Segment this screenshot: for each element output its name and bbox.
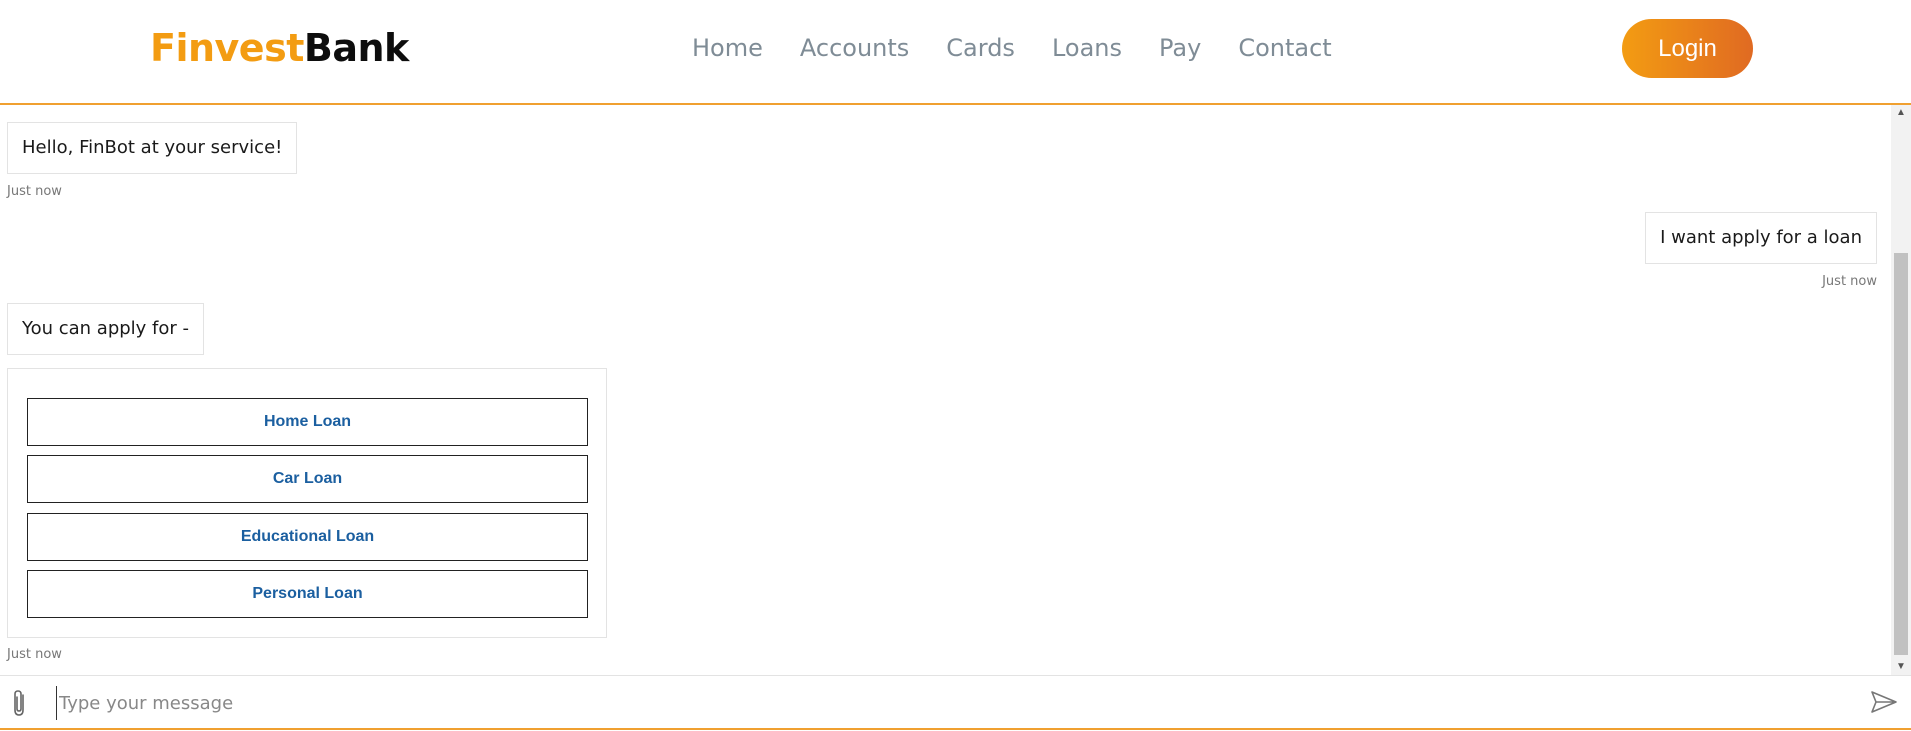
message-composer — [0, 675, 1911, 730]
bot-message-loan-options-intro: You can apply for - — [7, 303, 205, 355]
scroll-down-arrow-icon[interactable]: ▼ — [1891, 659, 1911, 675]
send-icon[interactable] — [1870, 690, 1898, 714]
scrollbar-thumb[interactable] — [1894, 253, 1908, 655]
message-input[interactable] — [56, 686, 1861, 720]
nav-contact[interactable]: Contact — [1238, 34, 1331, 62]
logo-text-bank: Bank — [303, 26, 409, 70]
nav-cards[interactable]: Cards — [946, 34, 1015, 62]
user-message-loan-request: I want apply for a loan — [1645, 212, 1877, 264]
logo[interactable]: FinvestBank — [150, 26, 409, 70]
logo-text-finvest: Finvest — [150, 26, 304, 70]
nav-pay[interactable]: Pay — [1159, 34, 1201, 62]
login-button[interactable]: Login — [1622, 19, 1753, 78]
option-personal-loan-button[interactable]: Personal Loan — [27, 570, 588, 618]
loan-options-card: Home Loan Car Loan Educational Loan Pers… — [7, 368, 607, 638]
message-timestamp: Just now — [7, 647, 62, 662]
chat-window: Hello, FinBot at your service! Just now … — [0, 105, 1911, 675]
option-home-loan-button[interactable]: Home Loan — [27, 398, 588, 446]
site-header: FinvestBank Home Accounts Cards Loans Pa… — [0, 0, 1911, 105]
nav-accounts[interactable]: Accounts — [800, 34, 909, 62]
message-timestamp: Just now — [7, 184, 62, 199]
scroll-up-arrow-icon[interactable]: ▲ — [1891, 105, 1911, 121]
message-timestamp: Just now — [1822, 274, 1877, 289]
paperclip-icon[interactable] — [8, 688, 30, 718]
option-educational-loan-button[interactable]: Educational Loan — [27, 513, 588, 561]
main-nav: Home Accounts Cards Loans Pay Contact — [692, 34, 1369, 62]
chat-scrollbar[interactable]: ▲ ▼ — [1891, 105, 1911, 675]
option-car-loan-button[interactable]: Car Loan — [27, 455, 588, 503]
bot-message-greeting: Hello, FinBot at your service! — [7, 122, 298, 174]
nav-loans[interactable]: Loans — [1052, 34, 1122, 62]
nav-home[interactable]: Home — [692, 34, 763, 62]
